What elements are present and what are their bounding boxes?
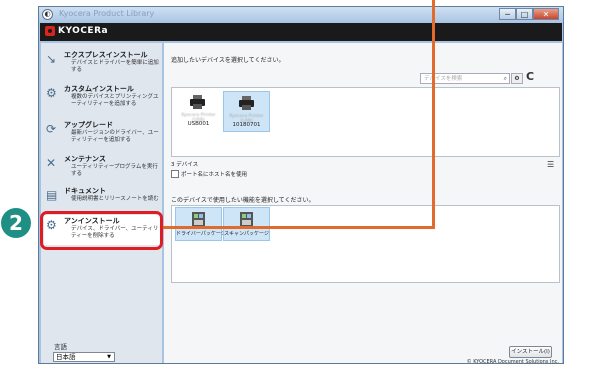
function-item-scan[interactable]: スキャンパッケージ bbox=[223, 207, 270, 241]
sidebar-item-title: エクスプレスインストール bbox=[64, 51, 148, 59]
refresh-icon[interactable]: C bbox=[526, 70, 534, 83]
express-install-icon: ↘ bbox=[46, 52, 57, 66]
sidebar-item-maintenance[interactable]: ✕ メンテナンス ユーティリティープログラムを実行する bbox=[44, 153, 161, 183]
device-port: USB001 bbox=[187, 121, 210, 127]
pointer-line-horizontal bbox=[160, 226, 435, 229]
sidebar-item-desc: 最新バージョンのドライバー、ユーティリティーを追加する bbox=[71, 130, 159, 143]
custom-install-icon: ⚙ bbox=[46, 86, 57, 100]
function-item-driver[interactable]: ドライバーパッケージ bbox=[175, 207, 226, 241]
device-item-selected[interactable]: Kyocera Printer (LAN) 10180701 bbox=[223, 91, 270, 132]
device-list: Kyocera Printer (USB) USB001 Kyocera Pri… bbox=[171, 87, 560, 157]
chevron-down-icon: ▼ bbox=[107, 354, 111, 360]
sidebar-item-desc: 使用説明書とリリースノートを読む bbox=[71, 196, 159, 202]
close-button[interactable]: ✕ bbox=[533, 8, 559, 20]
device-item[interactable]: Kyocera Printer (USB) USB001 bbox=[175, 91, 222, 132]
upgrade-icon: ⟳ bbox=[46, 122, 57, 136]
function-list: ドライバーパッケージ スキャンパッケージ bbox=[171, 205, 560, 283]
search-placeholder: デバイスを検索 bbox=[424, 76, 463, 82]
printer-icon bbox=[190, 95, 205, 109]
brand-header: KYOCERa bbox=[40, 23, 562, 41]
kyocera-logo: KYOCERa bbox=[45, 26, 108, 36]
kyocera-logo-text: KYOCERa bbox=[58, 26, 109, 36]
function-label: スキャンパッケージ bbox=[224, 231, 269, 237]
language-label: 言語 bbox=[54, 343, 67, 351]
search-options-button[interactable]: ⚙ bbox=[511, 73, 523, 84]
sidebar-item-desc: デバイスとドライバーを簡単に追加する bbox=[71, 60, 159, 73]
sidebar: ↘ エクスプレスインストール デバイスとドライバーを簡単に追加する ⚙ カスタム… bbox=[41, 43, 162, 363]
language-select[interactable]: 日本語 ▼ bbox=[53, 352, 115, 362]
sidebar-item-desc: ユーティリティープログラムを実行する bbox=[71, 164, 158, 177]
maximize-button[interactable]: □ bbox=[516, 8, 533, 20]
maintenance-icon: ✕ bbox=[46, 156, 57, 170]
window-title: Kyocera Product Library bbox=[59, 9, 155, 18]
sidebar-item-desc: 複数のデバイスとプリンティングユーティリティーを追加する bbox=[71, 94, 159, 107]
printer-icon bbox=[239, 96, 254, 110]
title-bar: ◐ Kyocera Product Library ─ □ ✕ bbox=[39, 7, 563, 23]
window-controls: ─ □ ✕ bbox=[499, 8, 559, 20]
device-port: 10180701 bbox=[232, 122, 261, 128]
kyocera-logo-icon bbox=[45, 26, 55, 36]
sidebar-item-title: カスタムインストール bbox=[64, 85, 134, 93]
list-view-icon[interactable]: ☰ bbox=[547, 160, 554, 169]
copyright-text: © KYOCERA Document Solutions Inc. bbox=[466, 359, 559, 365]
app-icon[interactable]: ◐ bbox=[42, 9, 53, 20]
host-name-option[interactable]: ポート名にホスト名を使用 bbox=[171, 170, 247, 178]
document-icon: ▤ bbox=[46, 188, 58, 202]
app-window: ◐ Kyocera Product Library ─ □ ✕ KYOCERa … bbox=[38, 6, 564, 365]
minimize-button[interactable]: ─ bbox=[499, 8, 516, 20]
uninstall-highlight bbox=[40, 211, 163, 250]
install-button[interactable]: インストール(I) bbox=[509, 346, 552, 358]
sidebar-item-upgrade[interactable]: ⟳ アップグレード 最新バージョンのドライバー、ユーティリティーを追加する bbox=[44, 119, 161, 149]
functions-prompt: このデバイスで使用したい機能を選択してください。 bbox=[171, 197, 315, 204]
sidebar-item-title: ドキュメント bbox=[64, 187, 106, 195]
language-value: 日本語 bbox=[56, 353, 76, 361]
pointer-line-vertical bbox=[432, 0, 435, 229]
device-count: 3 デバイス bbox=[171, 162, 199, 168]
step-callout: 2 bbox=[1, 208, 31, 238]
main-content: 追加したいデバイスを選択してください。 デバイスを検索 ⌕ ⚙ C Kyocer… bbox=[164, 43, 562, 363]
sidebar-item-title: メンテナンス bbox=[64, 155, 106, 163]
sidebar-item-express-install[interactable]: ↘ エクスプレスインストール デバイスとドライバーを簡単に追加する bbox=[44, 49, 161, 79]
host-name-checkbox[interactable] bbox=[171, 170, 179, 178]
devices-prompt: 追加したいデバイスを選択してください。 bbox=[171, 57, 285, 64]
sidebar-item-title: アップグレード bbox=[64, 121, 113, 129]
search-icon: ⌕ bbox=[503, 75, 507, 82]
function-label: ドライバーパッケージ bbox=[176, 231, 226, 237]
host-name-label: ポート名にホスト名を使用 bbox=[181, 172, 248, 178]
sidebar-item-custom-install[interactable]: ⚙ カスタムインストール 複数のデバイスとプリンティングユーティリティーを追加す… bbox=[44, 83, 161, 113]
